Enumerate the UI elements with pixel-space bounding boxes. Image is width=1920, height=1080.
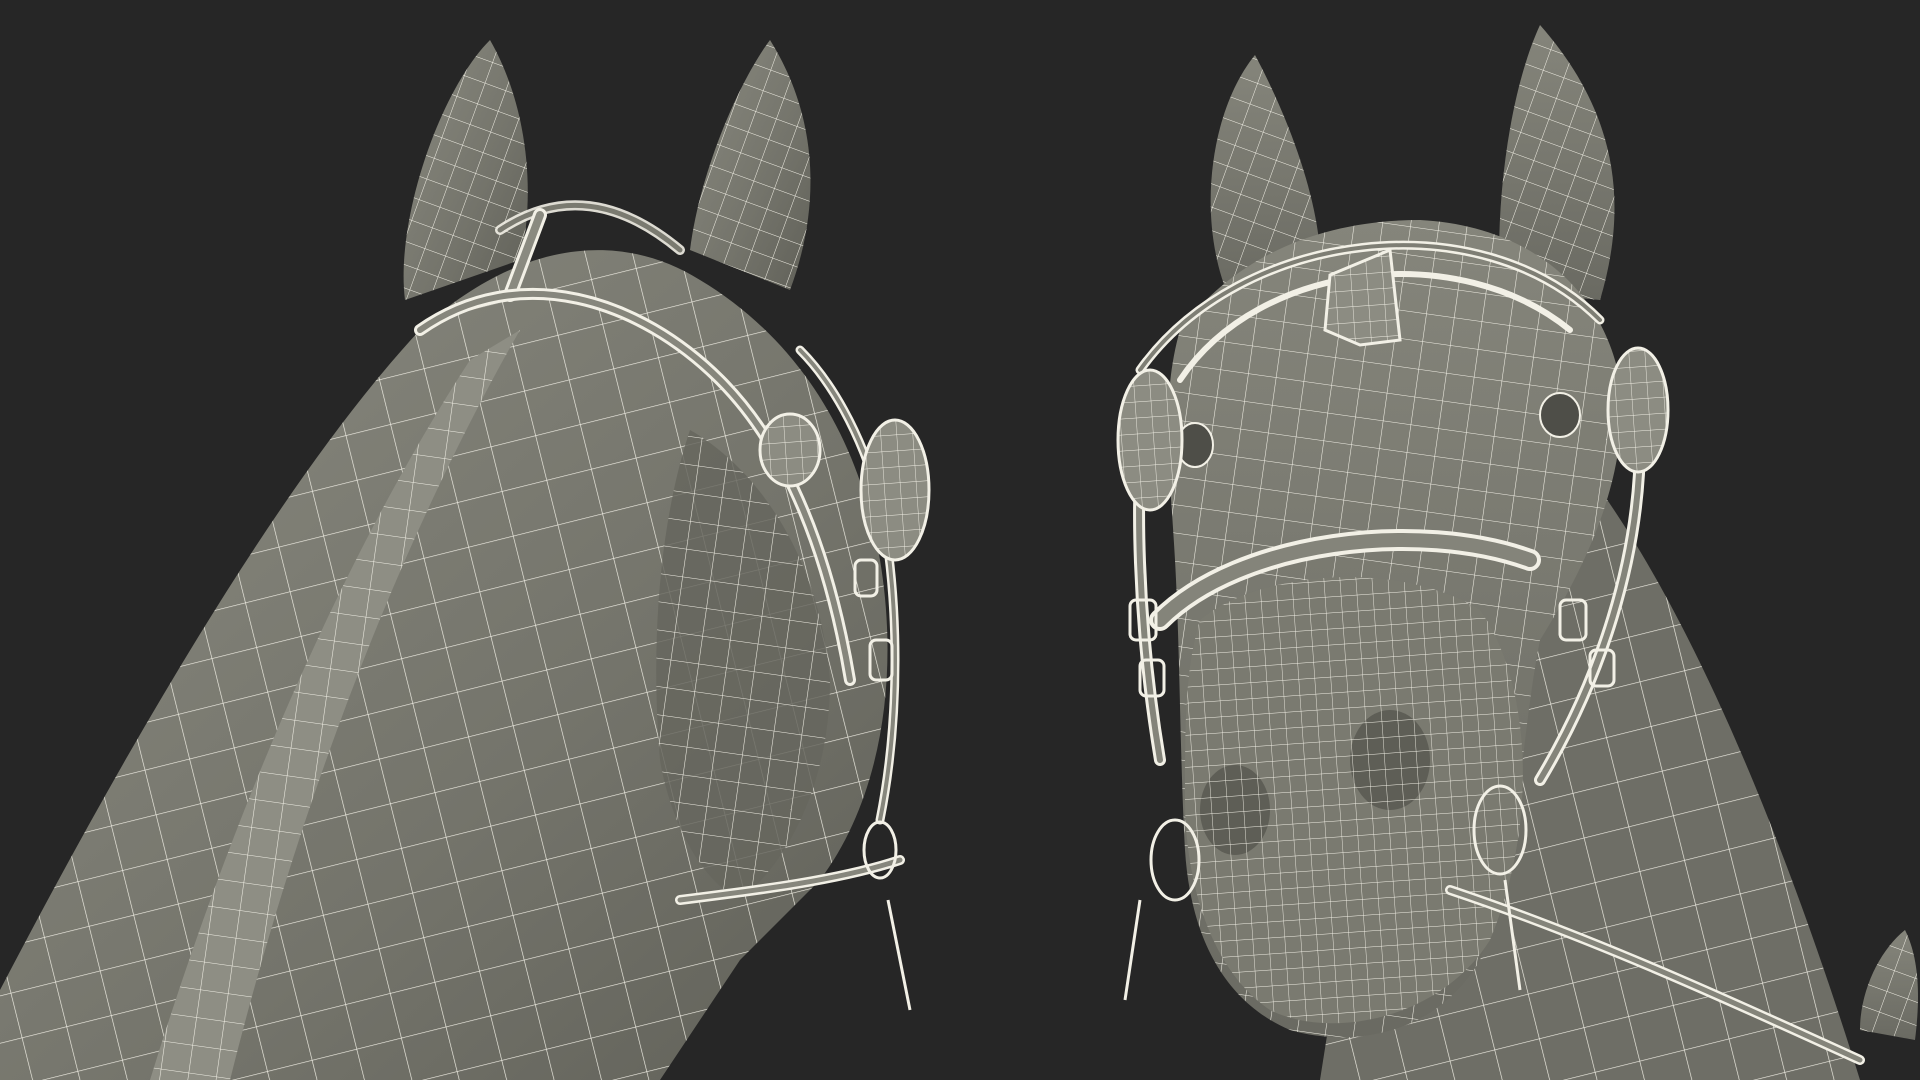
render-viewport xyxy=(0,0,1920,1080)
horse-wireframe-render xyxy=(0,25,1918,1080)
horse-right-view xyxy=(1116,25,1918,1080)
horse-left-view xyxy=(0,40,931,1080)
right-horse-eye-right xyxy=(1539,392,1581,438)
